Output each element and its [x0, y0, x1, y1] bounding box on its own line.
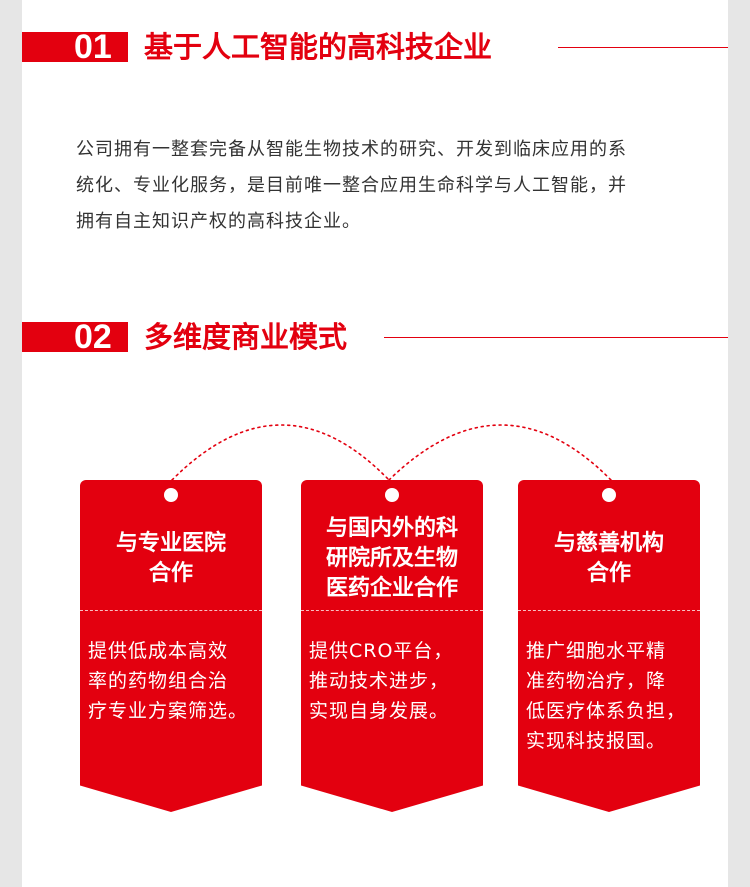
card-research-cooperation: 与国内外的科 研院所及生物 医药企业合作 提供CRO平台， 推动技术进步， 实现…: [301, 480, 483, 812]
card-body: 推广细胞水平精 准药物治疗，降 低医疗体系负担， 实现科技报国。: [526, 636, 696, 756]
card-body-line: 疗专业方案筛选。: [88, 700, 249, 722]
tag-hole-icon: [602, 488, 616, 502]
card-body-line: 实现自身发展。: [309, 700, 450, 722]
card-title-line: 合作: [148, 561, 193, 586]
card-title: 与慈善机构 合作: [518, 508, 700, 610]
card-divider: [80, 610, 262, 611]
tag-hole-icon: [385, 488, 399, 502]
card-title-line: 医药企业合作: [325, 576, 458, 601]
card-body: 提供低成本高效 率的药物组合治 疗专业方案筛选。: [88, 636, 258, 726]
card-title-line: 合作: [586, 561, 631, 586]
card-hospital-cooperation: 与专业医院 合作 提供低成本高效 率的药物组合治 疗专业方案筛选。: [80, 480, 262, 812]
card-divider: [518, 610, 700, 611]
card-divider: [301, 610, 483, 611]
card-charity-cooperation: 与慈善机构 合作 推广细胞水平精 准药物治疗，降 低医疗体系负担， 实现科技报国…: [518, 480, 700, 812]
tag-hole-icon: [164, 488, 178, 502]
card-body-line: 推广细胞水平精: [526, 640, 667, 662]
card-body-line: 准药物治疗，降: [526, 670, 667, 692]
card-body-line: 提供低成本高效: [88, 640, 229, 662]
card-title-line: 与国内外的科: [325, 516, 458, 541]
card-body-line: 低医疗体系负担，: [526, 700, 687, 722]
card-title-line: 研院所及生物: [325, 546, 458, 571]
card-title: 与国内外的科 研院所及生物 医药企业合作: [301, 508, 483, 610]
card-body: 提供CRO平台， 推动技术进步， 实现自身发展。: [309, 636, 479, 726]
card-title: 与专业医院 合作: [80, 508, 262, 610]
card-title-line: 与慈善机构: [553, 531, 664, 556]
card-body-line: 实现科技报国。: [526, 730, 667, 752]
card-body-line: 提供CRO平台，: [309, 640, 454, 662]
page: 01 基于人工智能的高科技企业 公司拥有一整套完备从智能生物技术的研究、开发到临…: [22, 0, 728, 887]
card-body-line: 推动技术进步，: [309, 670, 450, 692]
card-title-line: 与专业医院: [115, 531, 226, 556]
card-body-line: 率的药物组合治: [88, 670, 229, 692]
